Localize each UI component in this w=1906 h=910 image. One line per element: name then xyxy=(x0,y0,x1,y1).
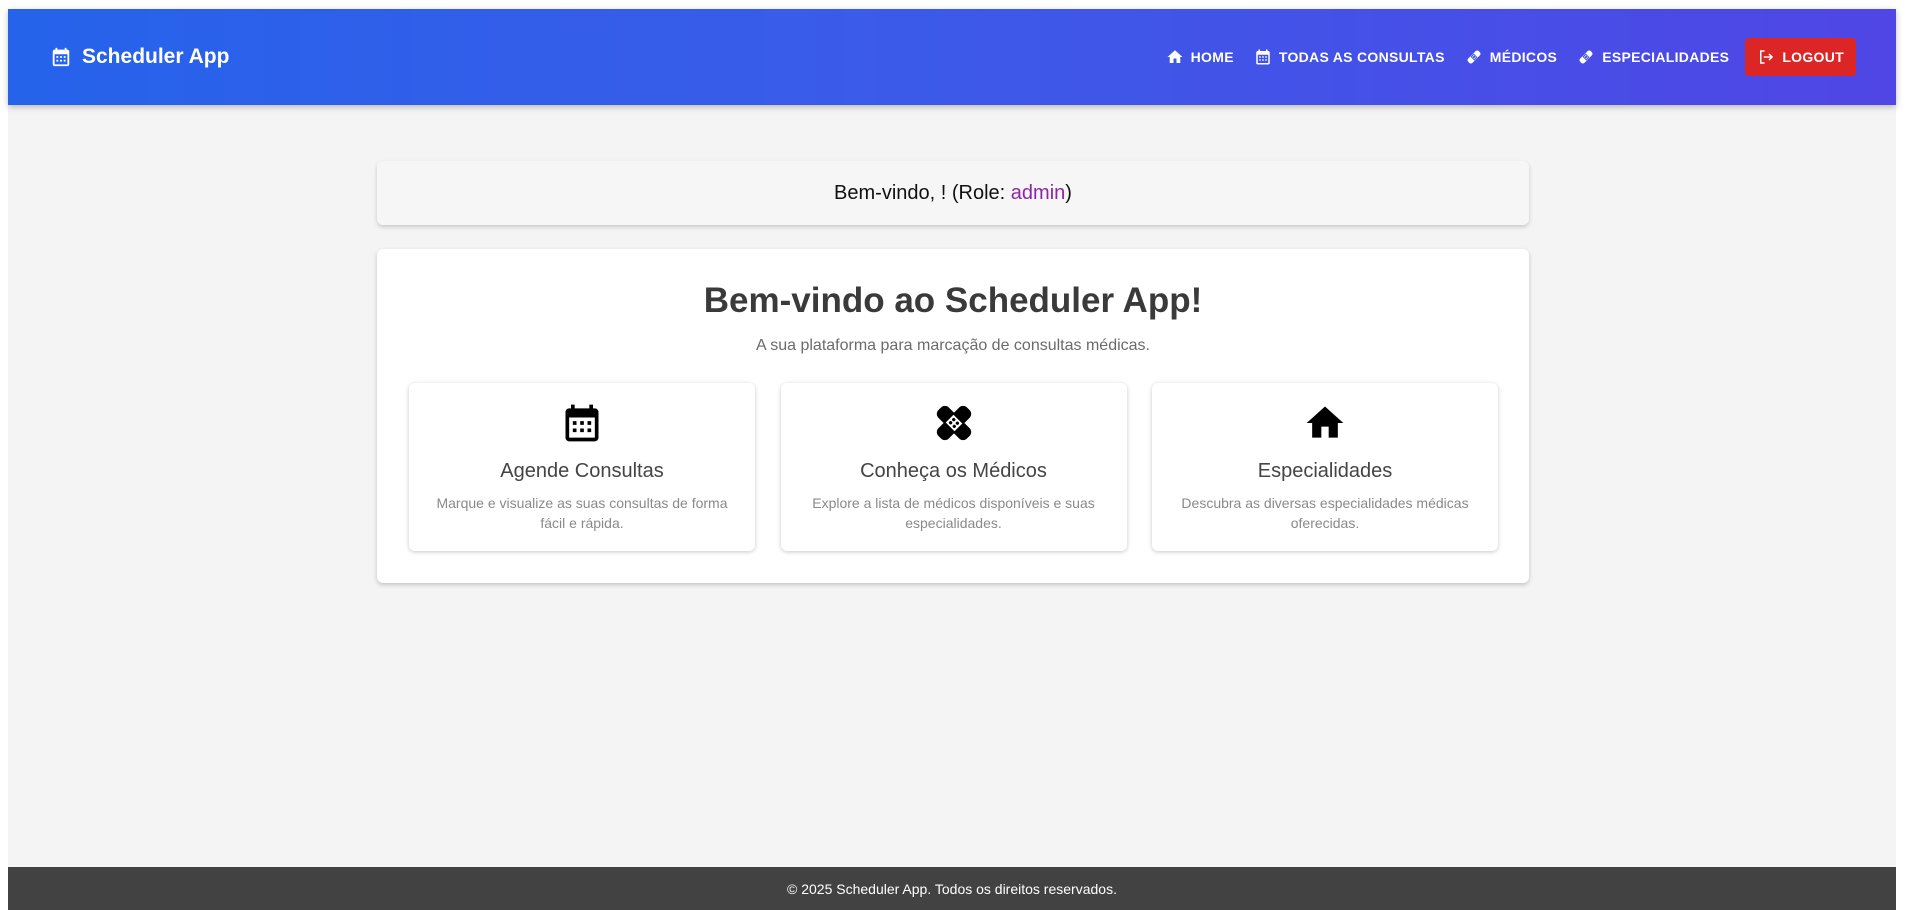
navbar: Scheduler App HOME TODAS AS CONSULTAS MÉ… xyxy=(8,9,1896,105)
brand-link[interactable]: Scheduler App xyxy=(50,42,229,72)
feature-title: Conheça os Médicos xyxy=(860,460,1047,482)
main-nav: HOME TODAS AS CONSULTAS MÉDICOS ESPECIAL… xyxy=(1158,38,1856,76)
nav-todas-consultas[interactable]: TODAS AS CONSULTAS xyxy=(1246,38,1453,76)
nav-home[interactable]: HOME xyxy=(1158,38,1242,76)
logout-button[interactable]: LOGOUT xyxy=(1745,38,1856,76)
feature-title: Especialidades xyxy=(1257,460,1393,482)
nav-especialidades[interactable]: ESPECIALIDADES xyxy=(1569,38,1737,76)
feature-description: Marque e visualize as suas consultas de … xyxy=(436,495,728,531)
nav-medicos-label: MÉDICOS xyxy=(1489,49,1558,65)
main-card: Bem-vindo ao Scheduler App! A sua plataf… xyxy=(377,249,1529,583)
logout-label: LOGOUT xyxy=(1782,49,1844,65)
nav-especialidades-label: ESPECIALIDADES xyxy=(1602,49,1730,65)
footer-copyright: © 2025 Scheduler App. Todos os direitos … xyxy=(787,880,1117,897)
nav-medicos[interactable]: MÉDICOS xyxy=(1457,38,1565,76)
calendar-icon xyxy=(50,46,72,68)
calendar-icon xyxy=(1254,48,1272,66)
brand-name: Scheduler App xyxy=(82,45,230,68)
welcome-banner: Bem-vindo, ! (Role: admin) xyxy=(377,161,1529,225)
home-icon xyxy=(1166,48,1184,66)
bandage-icon xyxy=(1577,48,1595,66)
feature-description: Descubra as diversas especialidades médi… xyxy=(1181,495,1469,531)
feature-title: Agende Consultas xyxy=(500,460,664,482)
bandage-icon xyxy=(1465,48,1483,66)
nav-todas-consultas-label: TODAS AS CONSULTAS xyxy=(1278,49,1445,65)
logout-icon xyxy=(1757,48,1775,66)
feature-card-especialidades[interactable]: Especialidades Descubra as diversas espe… xyxy=(1152,383,1498,551)
footer: © 2025 Scheduler App. Todos os direitos … xyxy=(8,867,1896,910)
welcome-suffix: ) xyxy=(1065,181,1072,204)
feature-card-medicos[interactable]: Conheça os Médicos Explore a lista de mé… xyxy=(780,383,1127,551)
feature-card-agende[interactable]: Agende Consultas Marque e visualize as s… xyxy=(409,383,755,551)
welcome-prefix: Bem-vindo, ! (Role: xyxy=(834,181,1011,204)
feature-description: Explore a lista de médicos disponíveis e… xyxy=(812,495,1095,531)
feature-row: Agende Consultas Marque e visualize as s… xyxy=(409,383,1498,551)
nav-home-label: HOME xyxy=(1190,49,1234,65)
bandage-icon xyxy=(932,401,976,445)
app-frame: Scheduler App HOME TODAS AS CONSULTAS MÉ… xyxy=(8,9,1896,910)
page-subtitle: A sua plataforma para marcação de consul… xyxy=(756,337,1150,354)
page-title: Bem-vindo ao Scheduler App! xyxy=(703,281,1203,320)
home-icon xyxy=(1303,401,1347,445)
role-value: admin xyxy=(1010,181,1066,204)
calendar-icon xyxy=(560,401,604,445)
